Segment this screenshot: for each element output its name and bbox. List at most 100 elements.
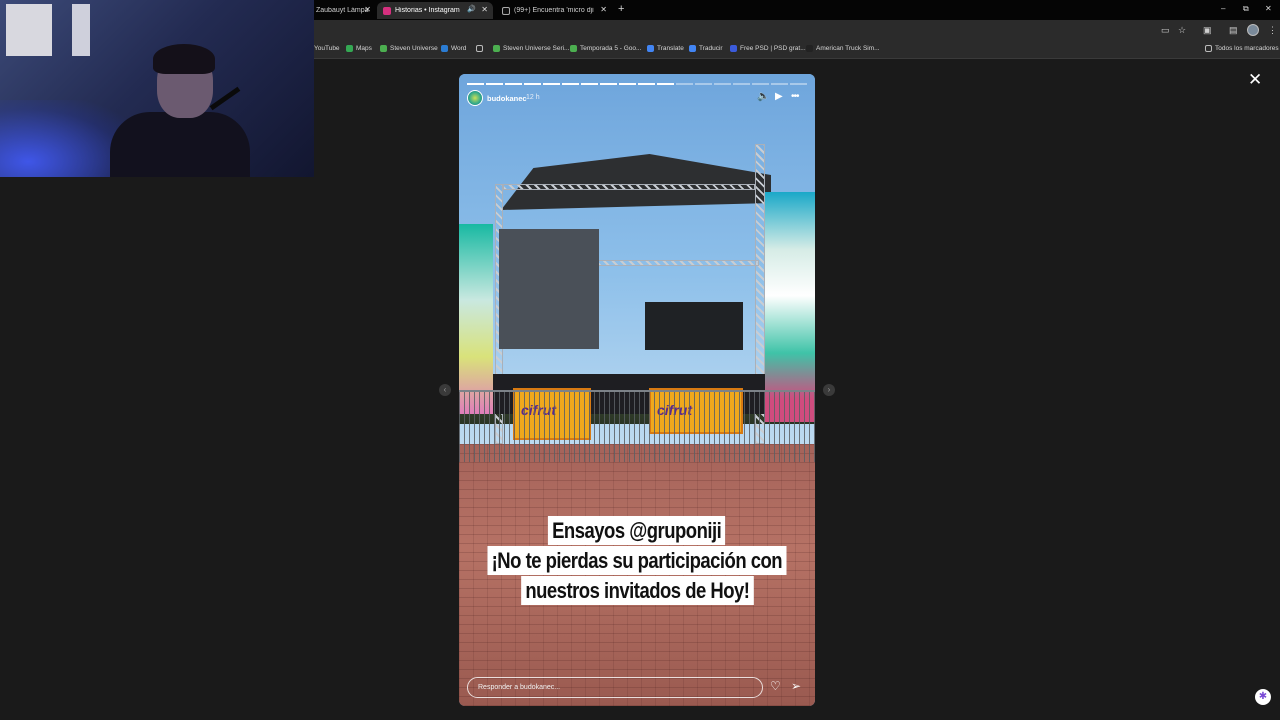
tab-title: (99+) Encuentra 'micro dji mic m — [514, 7, 594, 14]
bookmark-steven-universe[interactable]: Steven Universe — [380, 45, 438, 52]
browser-window: Zaubauyt Lámpa ✕ Historias • Instagram 🔊… — [0, 0, 1280, 720]
bookmark-label: American Truck Sim... — [816, 45, 880, 52]
translate-icon — [689, 45, 696, 52]
stage-truss — [589, 260, 759, 266]
stage-side-cloth — [499, 229, 599, 349]
progress-segment — [771, 83, 788, 85]
story-time-ago: 12 h — [526, 94, 540, 101]
all-bookmarks[interactable]: Todos los marcadores — [1205, 45, 1279, 52]
window-close-icon[interactable]: ✕ — [1265, 4, 1272, 13]
sidepanel-icon[interactable]: ▤ — [1229, 25, 1238, 36]
new-tab-button[interactable]: + — [618, 3, 624, 15]
progress-segment — [695, 83, 712, 85]
play-icon[interactable]: ▶ — [775, 91, 783, 102]
restore-icon[interactable]: ⧉ — [1243, 4, 1249, 14]
bookmark-label: Steven Universe Seri... — [503, 45, 570, 52]
metal-fence — [459, 390, 815, 462]
caption-line: Ensayos @gruponiji — [548, 516, 726, 545]
bookmark-label: Word — [451, 45, 467, 52]
bookmark-traducir[interactable]: Traducir — [689, 45, 723, 52]
close-tab-icon[interactable]: ✕ — [481, 5, 488, 14]
minimize-icon[interactable]: – — [1221, 4, 1225, 13]
story-viewer[interactable]: cifrut cifrut budokanec 12 h 🔈 ▶ ••• Ens… — [459, 74, 815, 706]
profile-avatar[interactable] — [1247, 24, 1259, 36]
progress-segment — [638, 83, 655, 85]
stage-screen — [645, 302, 743, 350]
extension-floating-icon[interactable]: ✱ — [1255, 689, 1271, 705]
folder-icon — [1205, 45, 1212, 52]
progress-segment — [676, 83, 693, 85]
stage-truss — [503, 184, 755, 190]
progress-segment — [733, 83, 750, 85]
speaker-icon[interactable]: 🔊 — [467, 5, 476, 13]
bookmark-temporada[interactable]: Temporada 5 - Goo... — [570, 45, 641, 52]
story-header: budokanec 12 h 🔈 ▶ ••• — [467, 90, 807, 108]
progress-segment — [562, 83, 579, 85]
microphone — [209, 86, 241, 111]
drive-icon — [570, 45, 577, 52]
star-icon[interactable]: ☆ — [1178, 25, 1186, 36]
tab-instagram[interactable]: Historias • Instagram 🔊 ✕ — [377, 2, 493, 19]
caption-line: ¡No te pierdas su participación con — [487, 546, 787, 575]
bookmark-steven-universe-series[interactable]: Steven Universe Seri... — [493, 45, 569, 52]
bookmark-folder[interactable] — [476, 45, 486, 52]
bookmark-word[interactable]: Word — [441, 45, 466, 52]
tab-title: Zaubauyt Lámpa — [316, 7, 369, 14]
volume-icon[interactable]: 🔈 — [757, 91, 769, 102]
wall-poster — [6, 4, 52, 56]
instagram-icon — [383, 6, 391, 15]
reply-input[interactable]: Responder a budokanec... — [467, 677, 763, 698]
progress-segment — [543, 83, 560, 85]
close-tab-icon[interactable]: ✕ — [364, 5, 371, 14]
send-icon[interactable]: ➢ — [791, 679, 801, 693]
right-banner — [765, 192, 815, 422]
caption-line: nuestros invitados de Hoy! — [520, 576, 754, 605]
bookmark-free-psd[interactable]: Free PSD | PSD grat... — [730, 45, 806, 52]
person-hair — [153, 44, 215, 74]
previous-story-icon[interactable]: ‹ — [439, 384, 451, 396]
bookmark-youtube[interactable]: YouTube — [314, 45, 340, 52]
progress-segment — [714, 83, 731, 85]
tab-lampa[interactable]: Zaubauyt Lámpa ✕ — [310, 2, 376, 19]
bookmark-american-truck[interactable]: American Truck Sim... — [806, 45, 880, 52]
folder-icon — [476, 45, 483, 52]
progress-segment — [467, 83, 484, 85]
progress-segment — [790, 83, 807, 85]
story-username[interactable]: budokanec — [487, 94, 527, 103]
extensions-icon[interactable]: ▣ — [1203, 25, 1212, 36]
next-story-icon[interactable]: › — [823, 384, 835, 396]
freepik-icon — [730, 45, 737, 52]
tab-title: Historias • Instagram — [395, 7, 460, 14]
bookmark-translate[interactable]: Translate — [647, 45, 684, 52]
bookmark-label: Steven Universe — [390, 45, 438, 52]
progress-segment — [657, 83, 674, 85]
drive-icon — [380, 45, 387, 52]
tiktok-icon — [502, 6, 510, 15]
bookmark-maps[interactable]: Maps — [346, 45, 372, 52]
story-caption: Ensayos @gruponiji ¡No te pierdas su par… — [459, 516, 815, 606]
maps-icon — [346, 45, 353, 52]
tab-aliexpress[interactable]: (99+) Encuentra 'micro dji mic m ✕ — [496, 2, 612, 19]
progress-segment — [505, 83, 522, 85]
bookmark-label: Maps — [356, 45, 372, 52]
progress-segment — [486, 83, 503, 85]
bookmark-label: Translate — [657, 45, 684, 52]
cast-icon[interactable]: ▭ — [1161, 25, 1170, 36]
more-options-icon[interactable]: ••• — [791, 91, 799, 102]
wall-poster — [72, 4, 90, 56]
bookmark-label: Traducir — [699, 45, 723, 52]
progress-segment — [581, 83, 598, 85]
progress-segment — [752, 83, 769, 85]
close-tab-icon[interactable]: ✕ — [600, 5, 607, 14]
story-avatar[interactable] — [467, 90, 483, 106]
close-story-icon[interactable]: ✕ — [1248, 70, 1262, 90]
bookmark-label: Temporada 5 - Goo... — [580, 45, 642, 52]
webcam-overlay — [0, 0, 314, 177]
bookmark-label: YouTube — [314, 45, 340, 52]
story-progress-bar — [467, 83, 807, 85]
progress-segment — [619, 83, 636, 85]
left-banner — [459, 224, 493, 414]
menu-icon[interactable]: ⋮ — [1268, 25, 1277, 36]
heart-icon[interactable]: ♡ — [770, 679, 781, 693]
bookmark-label: Free PSD | PSD grat... — [740, 45, 806, 52]
